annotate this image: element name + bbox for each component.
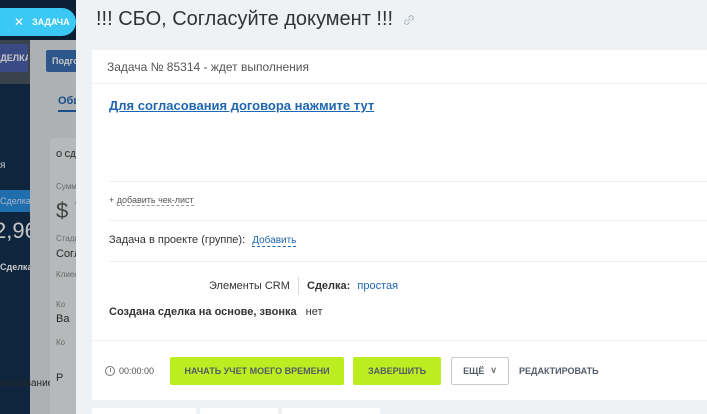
crm-elements-label: Элементы CRM: [209, 280, 290, 292]
deal-link[interactable]: простая: [357, 280, 398, 292]
task-header: Задача № 85314 - ждет выполнения: [92, 50, 707, 84]
close-icon: ✕: [14, 15, 25, 29]
divider: [109, 220, 707, 221]
created-value: нет: [305, 306, 323, 318]
created-key: Создана сделка на основе, звонка: [109, 306, 297, 318]
add-project-link[interactable]: Добавить: [252, 235, 297, 247]
checklist-row: + добавить чек-лист: [109, 195, 194, 206]
description-link[interactable]: Для согласования договора нажмите тут: [109, 98, 374, 113]
task-card: Задача № 85314 - ждет выполнения Для сог…: [92, 50, 707, 400]
divider: [109, 261, 707, 262]
add-checklist-link[interactable]: добавить чек-лист: [116, 195, 194, 206]
deal-key: Сделка:: [307, 280, 351, 292]
task-title: !!! СБО, Согласуйте документ !!!: [96, 8, 394, 30]
bottom-tab[interactable]: [200, 408, 278, 414]
actions-bar: 00:00:00 НАЧАТЬ УЧЕТ МОЕГО ВРЕМЕНИ ЗАВЕР…: [92, 340, 707, 400]
crm-divider: [298, 277, 299, 295]
timer: 00:00:00: [105, 365, 155, 376]
timer-value: 00:00:00: [119, 365, 155, 376]
bottom-tab[interactable]: [92, 408, 196, 414]
project-label: Задача в проекте (группе):: [109, 234, 246, 246]
task-title-row: !!! СБО, Согласуйте документ !!!: [96, 8, 415, 31]
more-button[interactable]: ЕЩЁ ∨: [451, 356, 510, 385]
more-label: ЕЩЁ: [463, 365, 485, 376]
divider: [109, 181, 707, 182]
crm-deal: Сделка: простая: [307, 280, 398, 292]
copy-link-icon[interactable]: [403, 14, 415, 26]
start-time-button[interactable]: НАЧАТЬ УЧЕТ МОЕГО ВРЕМЕНИ: [170, 356, 345, 385]
edit-button[interactable]: РЕДАКТИРОВАТЬ: [519, 366, 599, 376]
finish-button[interactable]: ЗАВЕРШИТЬ: [353, 356, 442, 385]
checklist-plus: +: [109, 195, 115, 205]
crm-created: Создана сделка на основе, звонка нет: [109, 306, 323, 318]
task-slider: !!! СБО, Согласуйте документ !!! Задача …: [76, 0, 707, 414]
clock-icon: [105, 365, 115, 376]
project-row: Задача в проекте (группе): Добавить: [109, 234, 297, 247]
chevron-down-icon: ∨: [490, 365, 497, 375]
close-task-label: ЗАДАЧА: [32, 17, 70, 27]
close-task-tab[interactable]: ✕ ЗАДАЧА: [0, 8, 76, 36]
bottom-tabs: [92, 408, 384, 414]
bottom-tab[interactable]: [282, 408, 380, 414]
slider-overlay[interactable]: [0, 0, 80, 414]
